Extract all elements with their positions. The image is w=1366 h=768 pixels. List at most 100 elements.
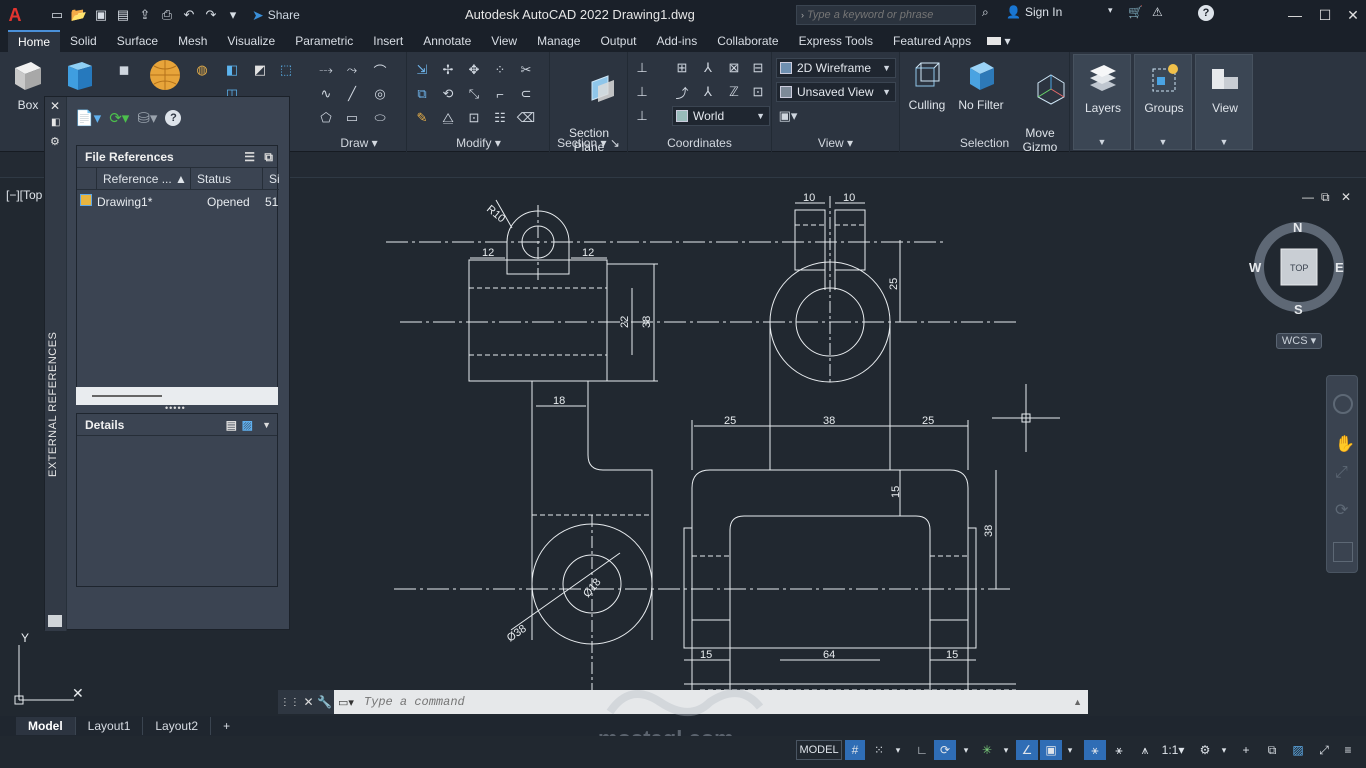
copy-icon[interactable]: ⧉ [412,84,432,104]
search-box[interactable]: › [796,5,976,25]
arc-icon[interactable]: ⌒ [370,60,390,80]
command-close-icon[interactable]: ✕ [303,695,313,709]
smooth-object-icon[interactable]: ◼ [114,60,134,80]
view-expand-icon[interactable]: ▼ [1196,137,1252,147]
pan-icon[interactable]: ✋ [1335,434,1355,454]
tab-surface[interactable]: Surface [107,30,168,52]
ucs-icon[interactable]: ⊥ [632,58,652,78]
rotate-icon[interactable]: ⟲ [438,84,458,104]
change-path-icon[interactable]: ⛁▾ [137,109,157,127]
rectangle-icon[interactable]: ▭ [342,108,362,128]
viewport-minimize-icon[interactable]: — [1302,190,1314,204]
tab-home[interactable]: Home [8,30,61,52]
osnap-dropdown-icon[interactable]: ▾ [1064,740,1076,760]
plot-icon[interactable]: ⎙ [158,6,176,24]
new-file-icon[interactable]: ▭ [48,6,66,24]
tab-parametric[interactable]: Parametric [285,30,363,52]
hardware-acceleration-icon[interactable]: ▨ [1288,740,1308,760]
preview-view-icon[interactable]: ▨ [242,414,253,436]
isometric-drafting-icon[interactable]: ✳ [976,740,998,760]
view-panel-button[interactable]: View ▼ [1195,54,1253,150]
tab-featured-apps[interactable]: Featured Apps [883,30,981,52]
snap-mode-icon[interactable]: ⁙ [868,740,890,760]
ribbon-display-toggle[interactable]: ▾ [981,30,1016,52]
trim-icon[interactable]: ✂ [516,60,536,80]
viewport-restore-icon[interactable]: ⧉ [1321,190,1330,205]
palette-close-icon[interactable]: ✕ [50,99,60,113]
details-view-icon[interactable]: ▤ [226,414,237,436]
polyline-icon[interactable]: ⤳ [342,60,362,80]
groups-button[interactable]: Groups [1139,61,1189,115]
tab-manage[interactable]: Manage [527,30,590,52]
offset-icon[interactable]: ⊂ [516,84,536,104]
align-icon[interactable]: ☷ [490,108,510,128]
search-input[interactable] [807,9,972,21]
undo-icon[interactable]: ↶ [180,6,198,24]
section-panel-label[interactable]: Section ▾ ↘ [550,136,627,150]
command-grip-icon[interactable]: ⋮⋮ [280,697,300,708]
move-icon[interactable]: ⇲ [412,60,432,80]
erase-icon[interactable]: ⌫ [516,108,536,128]
tab-express-tools[interactable]: Express Tools [789,30,883,52]
palette-autohide-icon[interactable]: ◧ [51,117,60,128]
customization-menu-icon[interactable]: ≡ [1338,740,1358,760]
ucs-z-icon[interactable]: ℤ [724,82,744,102]
annotation-scale-icon[interactable]: ⩚ [1134,740,1156,760]
annotation-monitor-icon[interactable]: + [1236,740,1256,760]
view-panel-label[interactable]: View ▾ [772,136,899,150]
ucs-3point-icon[interactable]: ⊟ [748,58,768,78]
sign-in-button[interactable]: 👤 Sign In [1006,5,1062,19]
sign-in-dropdown-icon[interactable]: ▾ [1108,5,1113,16]
tab-layout2[interactable]: Layout2 [143,717,212,735]
qat-customize-icon[interactable]: ▾ [224,6,242,24]
ucs-origin-icon[interactable]: ⤴ [672,82,692,102]
ucs-object-icon[interactable]: ⊡ [748,82,768,102]
column-reference-name[interactable]: Reference ... ▲ [97,168,191,190]
command-history-icon[interactable]: ▭▾ [338,696,354,709]
splitter-grip[interactable]: ••••• [165,403,186,413]
attach-dwg-icon[interactable]: 📄▾ [75,109,101,127]
visual-style-dropdown[interactable]: 2D Wireframe ▼ [776,58,896,78]
refresh-icon[interactable]: ⟳▾ [109,109,129,127]
viewcube-north[interactable]: N [1293,220,1302,235]
ucs-named-icon[interactable]: ⊞ [672,58,692,78]
ellipse-icon[interactable]: ⬭ [370,108,390,128]
layers-button[interactable]: Layers [1078,61,1128,115]
maximize-button[interactable]: ☐ [1310,0,1340,30]
autodesk-account-icon[interactable]: ⚠ [1152,5,1163,19]
palette-properties-icon[interactable]: ⚙ [50,135,60,148]
annotation-visibility-icon[interactable]: ⚹ [1084,740,1106,760]
spline-icon[interactable]: ∿ [316,84,336,104]
palette-clipboard-icon[interactable] [48,615,62,627]
3d-rotate-icon[interactable]: ✥ [464,60,484,80]
help-button[interactable]: ? [1198,5,1214,21]
details-expand-icon[interactable]: ▼ [262,414,271,436]
tab-visualize[interactable]: Visualize [217,30,285,52]
command-customize-icon[interactable]: 🔧 [317,695,332,709]
clean-screen-icon[interactable]: ⤢ [1314,740,1334,760]
polygon-icon[interactable]: ⬠ [316,108,336,128]
box-button[interactable]: Box [10,58,46,112]
annotation-scale-value[interactable]: 1:1 ▾ [1158,740,1188,760]
ucs-x-icon[interactable]: ⅄ [698,58,718,78]
tab-add-ins[interactable]: Add-ins [647,30,708,52]
groups-panel-button[interactable]: Groups ▼ [1134,54,1192,150]
mesh-globe-icon[interactable]: ◍ [192,60,212,80]
autocad-logo-icon[interactable]: A [0,0,30,30]
close-button[interactable]: ✕ [1338,0,1366,30]
object-snap-tracking-icon[interactable]: ∠ [1016,740,1038,760]
tab-insert[interactable]: Insert [363,30,413,52]
cart-icon[interactable]: 🛒 [1128,5,1143,19]
solid-subtract-icon[interactable]: ◩ [250,60,270,80]
modify-panel-label[interactable]: Modify ▾ [408,136,549,150]
viewport-close-icon[interactable]: ✕ [1341,190,1351,204]
snap-dropdown-icon[interactable]: ▾ [892,740,904,760]
array-icon[interactable]: ⁘ [490,60,510,80]
web-mobile-save-icon[interactable]: ⇪ [136,6,154,24]
viewcube[interactable]: TOP N S E W [1249,220,1344,317]
tree-view-icon[interactable]: ⧉ [264,146,273,168]
view-button[interactable]: View [1200,61,1250,115]
layers-panel-button[interactable]: Layers ▼ [1073,54,1131,150]
ucs-world-dropdown[interactable]: World ▼ [672,106,770,126]
layers-expand-icon[interactable]: ▼ [1074,137,1130,147]
